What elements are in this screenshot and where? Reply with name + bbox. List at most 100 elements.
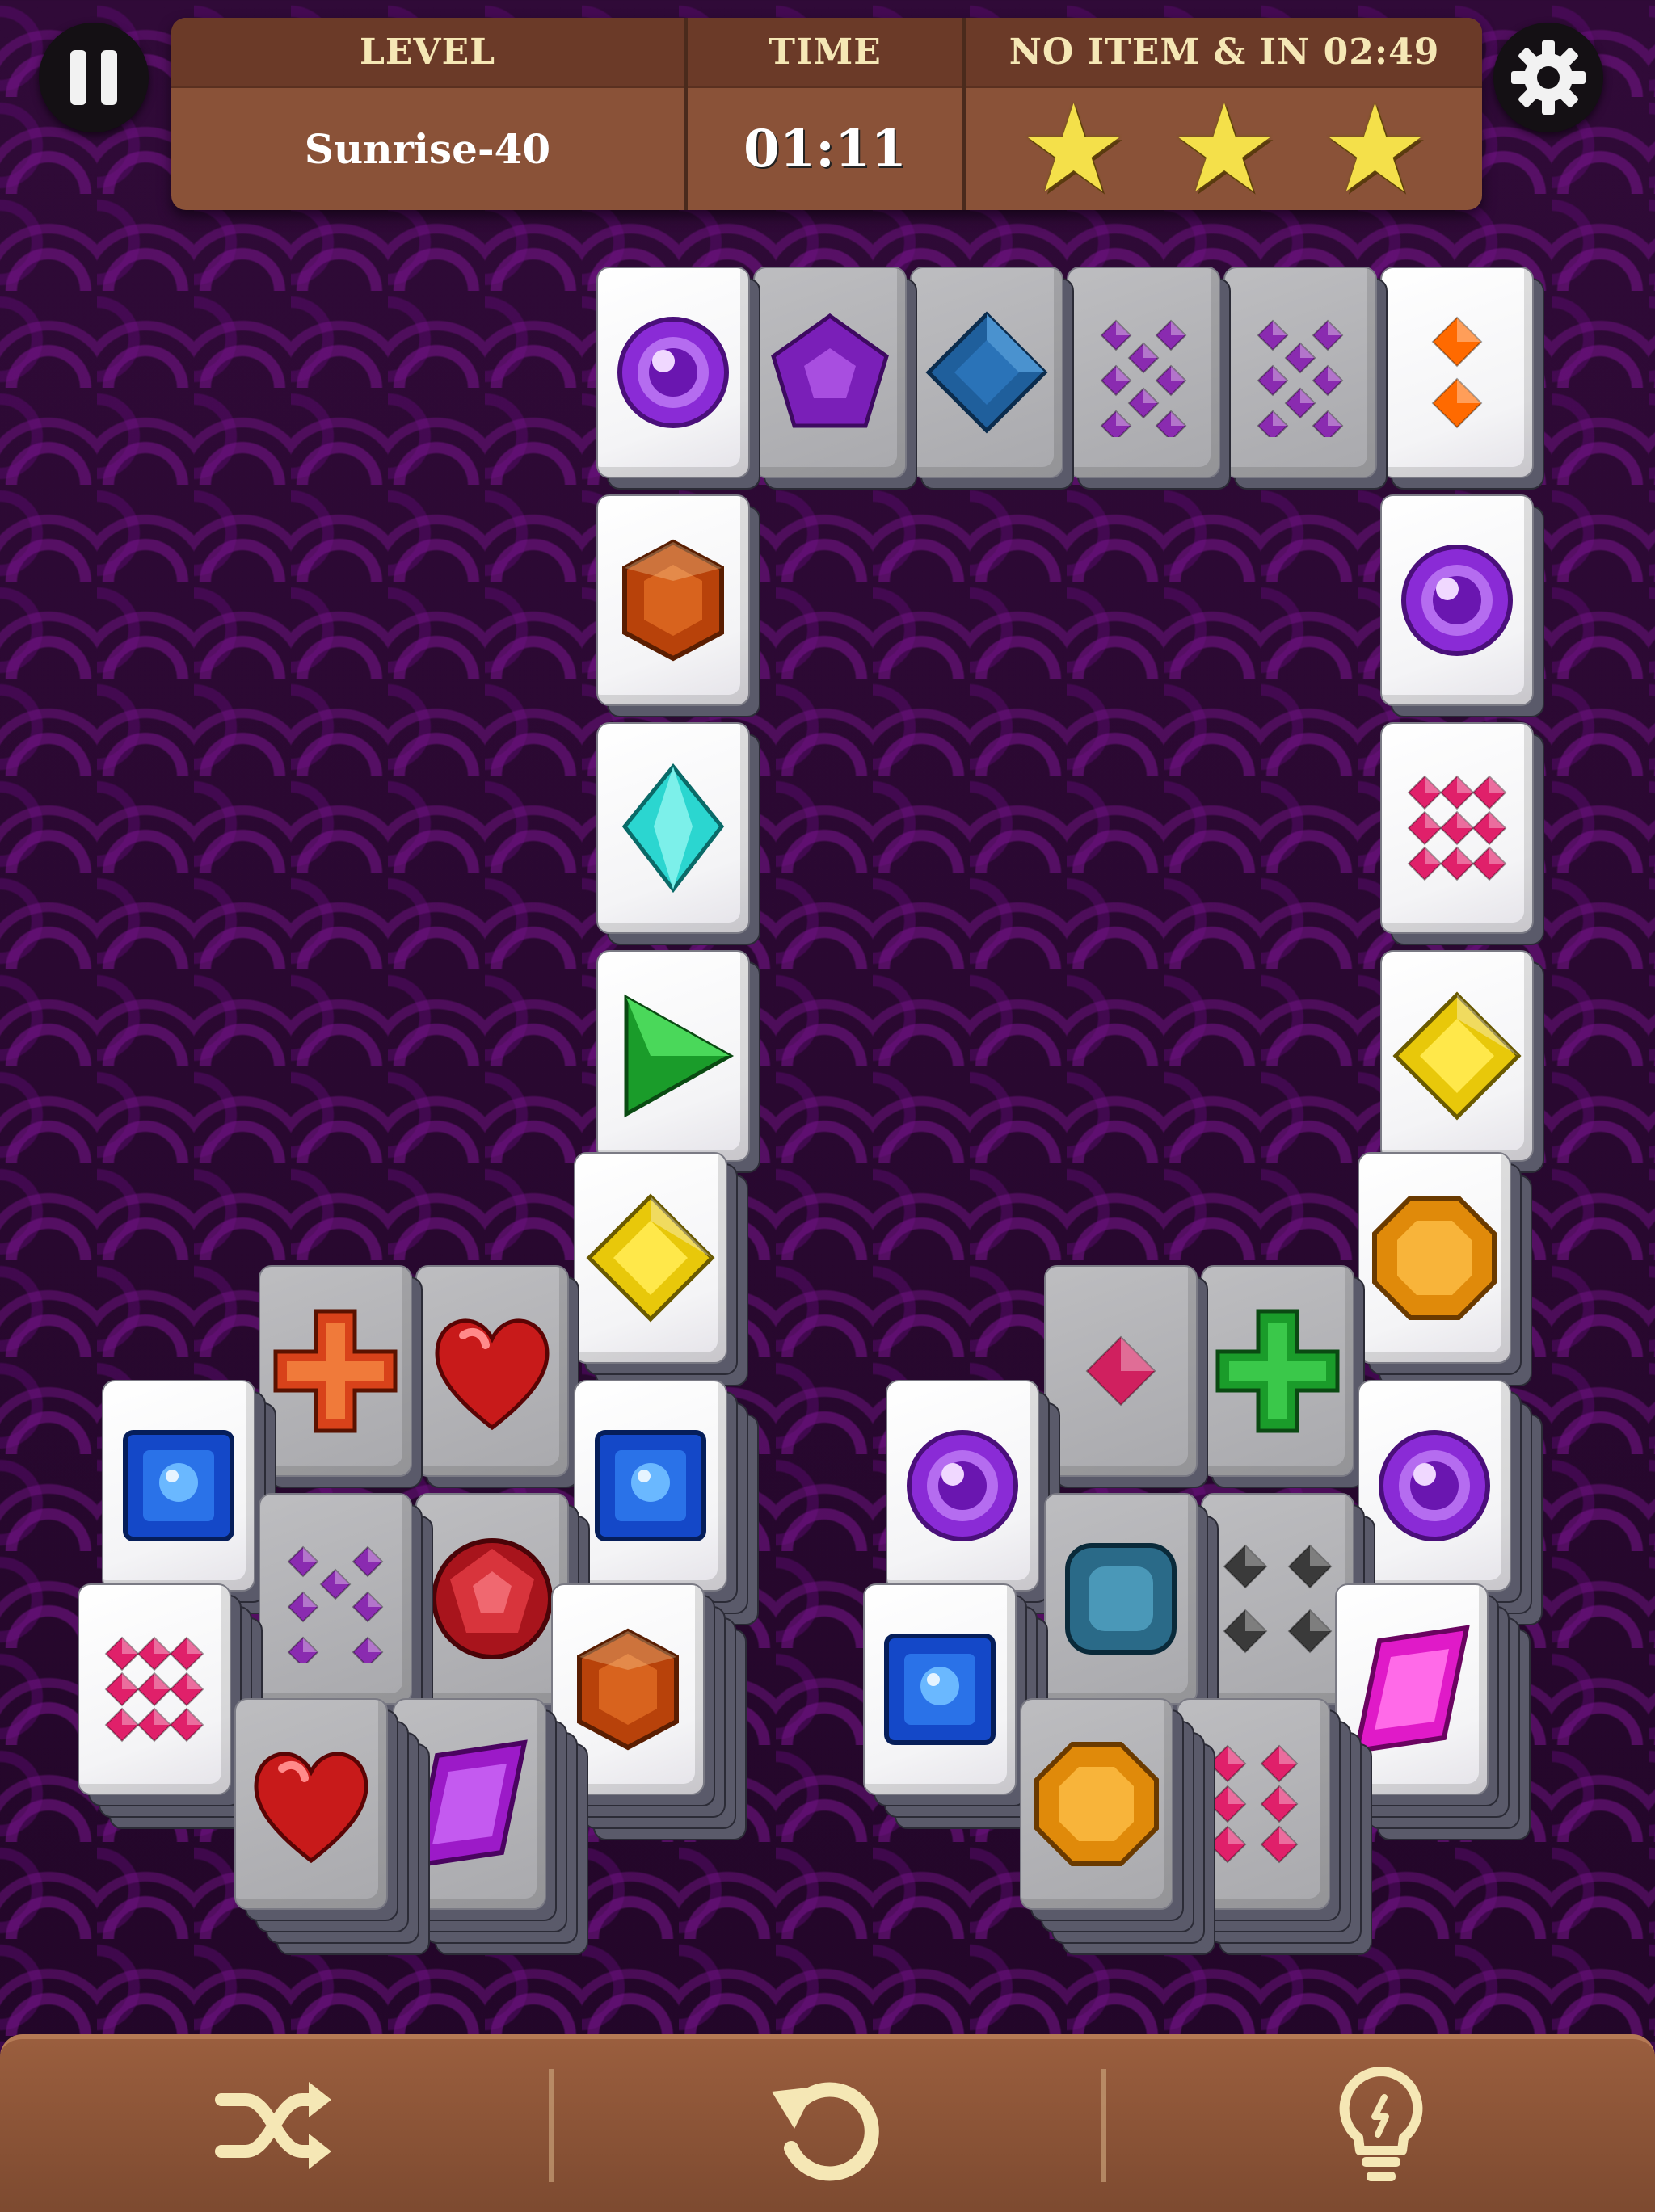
yellow-diamond-gem-icon <box>1392 991 1522 1121</box>
tile-face <box>753 267 907 478</box>
red-cross-gem-icon <box>273 1309 398 1433</box>
mahjong-tile-red-heart[interactable] <box>234 1698 430 1955</box>
mahjong-tile-blue-square[interactable] <box>102 1380 276 1614</box>
green-cross-gem-icon <box>1215 1309 1340 1433</box>
mahjong-tile-green-triangle[interactable] <box>596 950 760 1173</box>
tile-face <box>234 1698 388 1910</box>
tile-face <box>1380 267 1534 478</box>
tile-face <box>1044 1265 1198 1477</box>
undo-button[interactable] <box>554 2039 1102 2212</box>
mahjong-tile-pink-dots-9[interactable] <box>78 1583 263 1829</box>
tile-face <box>1020 1698 1173 1910</box>
purple-orb-gem-icon <box>1379 1430 1490 1541</box>
mahjong-tile-pink-dots-9[interactable] <box>1380 722 1544 945</box>
level-name: Sunrise-40 <box>304 125 551 173</box>
pause-button[interactable] <box>39 23 149 132</box>
pause-icon-bar <box>101 50 117 105</box>
mahjong-tile-purple-orb[interactable] <box>1358 1380 1543 1625</box>
green-triangle-gem-icon <box>624 994 735 1118</box>
blue-square-gem-icon <box>123 1430 234 1541</box>
mahjong-tile-teal-square[interactable] <box>1044 1493 1219 1727</box>
yellow-diamond-gem-icon <box>586 1193 715 1323</box>
mahjong-tile-orange-dots-2[interactable] <box>1380 267 1544 490</box>
mahjong-tile-blue-diamond[interactable] <box>910 267 1074 490</box>
time-label: TIME <box>688 18 962 88</box>
red-heart-gem-icon <box>435 1318 550 1431</box>
pink-dots-9-gem-icon <box>104 1636 204 1743</box>
purple-dots-8-gem-icon <box>1100 319 1187 437</box>
gray-dots-4-gem-icon <box>1223 1544 1333 1654</box>
hint-button[interactable] <box>1106 2039 1655 2212</box>
pink-dots-1-gem-icon <box>1085 1335 1156 1407</box>
star-icon: ★ <box>1019 78 1128 210</box>
gear-icon <box>1511 40 1586 115</box>
shuffle-button[interactable] <box>0 2039 549 2212</box>
mahjong-tile-blue-square[interactable] <box>574 1380 759 1625</box>
mahjong-tile-green-cross[interactable] <box>1201 1265 1365 1488</box>
mahjong-tile-red-round[interactable] <box>415 1493 590 1727</box>
tile-face <box>259 1265 412 1477</box>
goal-label: NO ITEM & IN 02:49 <box>966 18 1482 88</box>
amber-octagon-gem-icon <box>1034 1742 1159 1866</box>
orange-hexagon-gem-icon <box>622 539 724 662</box>
mahjong-tile-purple-dots-7[interactable] <box>259 1493 433 1727</box>
magenta-rhombus-gem-icon <box>1354 1625 1470 1754</box>
time-section: TIME 01:11 <box>684 18 962 210</box>
star-icon: ★ <box>1169 78 1279 210</box>
teal-square-gem-icon <box>1065 1543 1177 1655</box>
blue-square-gem-icon <box>884 1634 996 1745</box>
pause-icon <box>70 50 86 105</box>
mahjong-tile-yellow-diamond[interactable] <box>574 1152 748 1386</box>
mahjong-tile-amber-octagon[interactable] <box>1020 1698 1215 1955</box>
purple-orb-gem-icon <box>907 1430 1018 1541</box>
mahjong-tile-purple-orb[interactable] <box>886 1380 1060 1614</box>
time-value: 01:11 <box>743 119 907 179</box>
tile-face <box>596 722 750 934</box>
tile-face <box>102 1380 255 1592</box>
mahjong-tile-orange-hexagon[interactable] <box>596 494 760 717</box>
undo-icon <box>772 2082 879 2181</box>
mahjong-tile-pink-dots-1[interactable] <box>1044 1265 1208 1488</box>
tile-face <box>574 1380 727 1592</box>
mahjong-tile-purple-orb[interactable] <box>596 267 760 490</box>
pink-dots-9-gem-icon <box>1407 775 1507 881</box>
tile-face <box>1067 267 1220 478</box>
star-icon: ★ <box>1320 78 1430 210</box>
blue-square-gem-icon <box>595 1430 706 1541</box>
orange-dots-2-gem-icon <box>1431 316 1483 429</box>
amber-octagon-gem-icon <box>1372 1196 1497 1320</box>
purple-orb-gem-icon <box>617 317 729 428</box>
toolbar-divider <box>1101 2069 1107 2182</box>
tile-face <box>863 1583 1017 1795</box>
tile-face <box>1201 1493 1354 1705</box>
tile-face <box>259 1493 412 1705</box>
level-info-panel: LEVEL Sunrise-40 TIME 01:11 NO ITEM & IN… <box>171 18 1482 210</box>
goal-section: NO ITEM & IN 02:49 ★ ★ ★ <box>962 18 1482 210</box>
mahjong-tile-purple-dots-8[interactable] <box>1223 267 1388 490</box>
mahjong-tile-gray-dots-4[interactable] <box>1201 1493 1375 1727</box>
mahjong-tile-purple-orb[interactable] <box>1380 494 1544 717</box>
orange-hexagon-gem-icon <box>577 1628 679 1751</box>
settings-button[interactable] <box>1493 23 1603 132</box>
tile-face <box>910 267 1063 478</box>
purple-dots-8-gem-icon <box>1257 319 1344 437</box>
tile-face <box>596 950 750 1162</box>
tile-face <box>574 1152 727 1364</box>
red-heart-gem-icon <box>254 1752 368 1864</box>
tile-face <box>1358 1380 1511 1592</box>
cyan-crystal-gem-icon <box>621 763 725 893</box>
tile-face <box>1223 267 1377 478</box>
mahjong-tile-yellow-diamond[interactable] <box>1380 950 1544 1173</box>
purple-pentagon-gem-icon <box>771 313 889 428</box>
mahjong-tile-red-cross[interactable] <box>259 1265 423 1488</box>
tile-face <box>1201 1265 1354 1477</box>
red-round-gem-icon <box>432 1538 553 1659</box>
mahjong-tile-purple-dots-8[interactable] <box>1067 267 1231 490</box>
toolbar-divider <box>548 2069 554 2182</box>
purple-dots-7-gem-icon <box>287 1545 384 1663</box>
mahjong-tile-amber-octagon[interactable] <box>1358 1152 1532 1386</box>
mahjong-tile-red-heart[interactable] <box>415 1265 579 1488</box>
mahjong-tile-cyan-crystal[interactable] <box>596 722 760 945</box>
mahjong-tile-blue-square[interactable] <box>863 1583 1048 1829</box>
mahjong-tile-purple-pentagon[interactable] <box>753 267 917 490</box>
